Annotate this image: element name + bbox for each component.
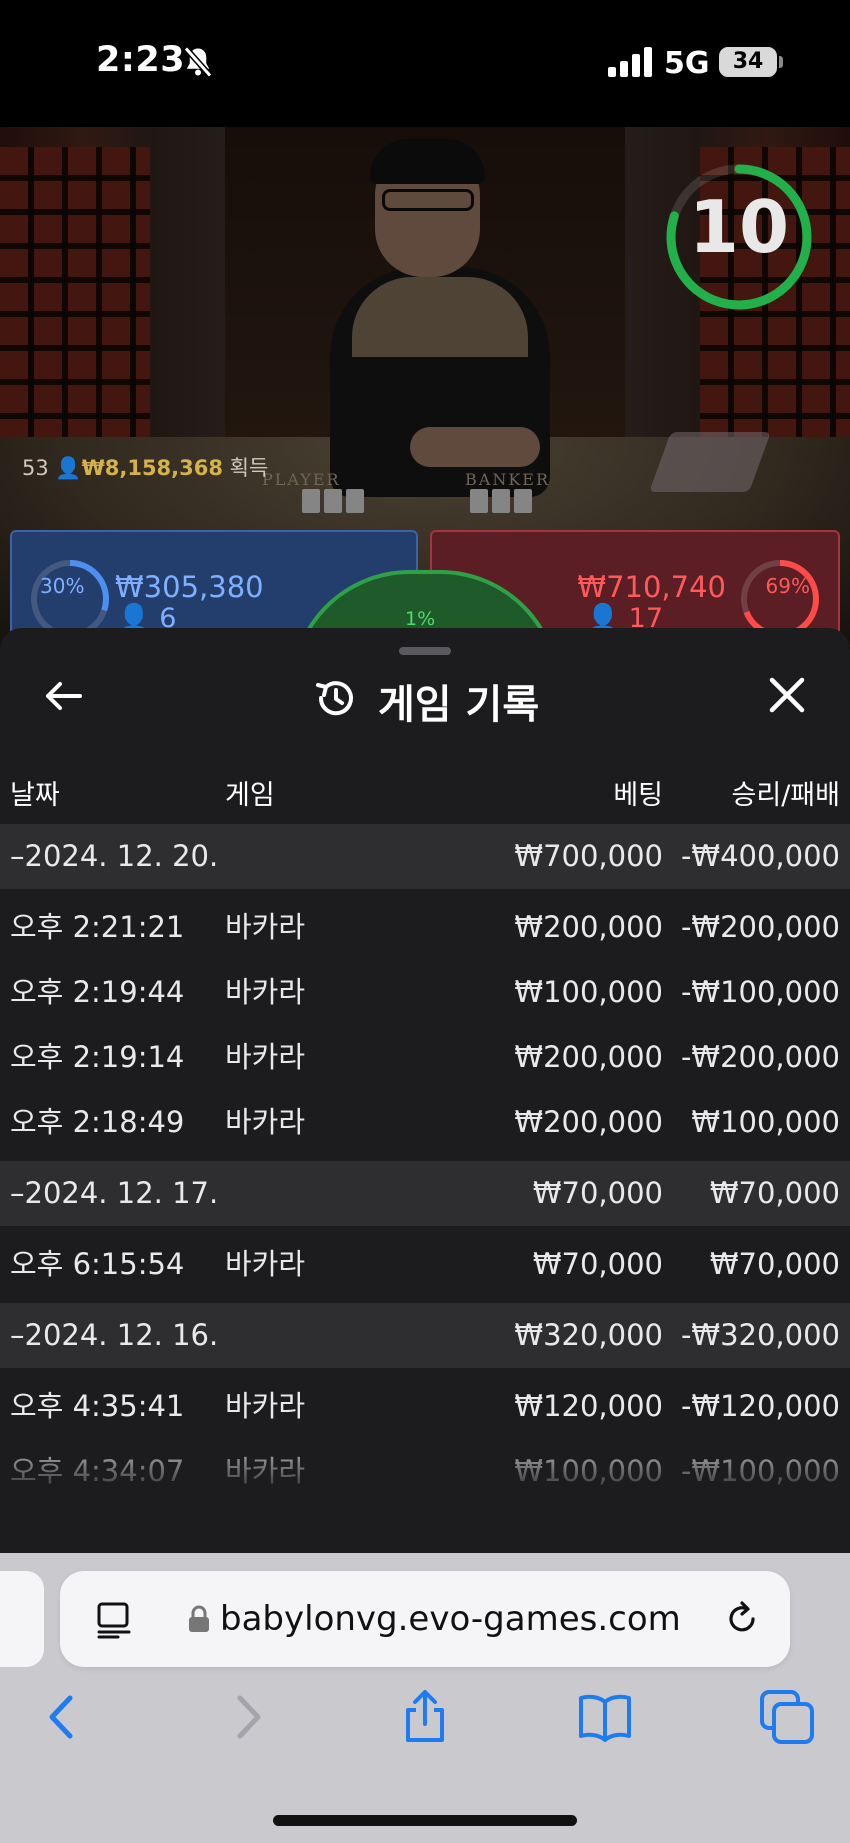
column-header-game[interactable]: 게임 (225, 773, 275, 812)
group-date: –2024. 12. 16. (10, 1318, 219, 1352)
row-game: 바카라 (225, 1040, 306, 1074)
address-bar[interactable]: babylonvg.evo-games.com (60, 1571, 790, 1667)
battery-nub (779, 56, 783, 68)
history-row[interactable]: 오후 6:15:54 바카라 ₩70,000 ₩70,000 (0, 1232, 850, 1297)
row-game: 바카라 (225, 910, 306, 944)
history-row[interactable]: 오후 2:19:14 바카라 ₩200,000 -₩200,000 (0, 1025, 850, 1090)
game-history-sheet: 게임 기록 날짜 게임 베팅 승리/패배 –2024. 12. 20. ₩700,… (0, 628, 850, 1553)
status-bar: 2:23 5G 34 (0, 0, 850, 127)
group-bet-total: ₩320,000 (514, 1318, 663, 1352)
column-header-date[interactable]: 날짜 (10, 773, 60, 812)
row-result: ₩70,000 (709, 1247, 840, 1281)
winnings-label: 획득 (229, 456, 269, 480)
cell-signal-icon (608, 47, 652, 77)
countdown-timer: 10 (688, 185, 790, 269)
user-icon: 👤 (55, 456, 82, 480)
player-bet-amount: ₩305,380 (115, 570, 264, 604)
group-date: –2024. 12. 17. (10, 1176, 219, 1210)
tie-pct: 1% (405, 608, 436, 630)
group-result-total: -₩400,000 (680, 839, 840, 873)
browser-chrome: babylonvg.evo-games.com (0, 1553, 850, 1843)
history-icon (316, 681, 353, 716)
share-icon[interactable] (396, 1688, 454, 1746)
winnings-amount: ₩8,158,368 (81, 456, 223, 480)
date-group-row[interactable]: –2024. 12. 17. ₩70,000 ₩70,000 (0, 1161, 850, 1226)
close-icon[interactable] (766, 674, 808, 716)
lock-icon (189, 1605, 209, 1632)
tabs-icon[interactable] (758, 1688, 816, 1746)
history-row[interactable]: 오후 2:21:21 바카라 ₩200,000 -₩200,000 (0, 895, 850, 960)
back-nav-icon[interactable] (34, 1688, 92, 1746)
url-text[interactable]: babylonvg.evo-games.com (220, 1599, 681, 1639)
home-indicator[interactable] (273, 1815, 577, 1826)
row-time: 오후 2:21:21 (10, 910, 185, 944)
back-arrow-icon[interactable] (40, 673, 86, 719)
row-result: -₩200,000 (680, 910, 840, 944)
row-time: 오후 6:15:54 (10, 1247, 185, 1281)
banker-pct: 69% (765, 574, 810, 598)
row-time: 오후 2:19:14 (10, 1040, 185, 1074)
silent-bell-icon (183, 46, 213, 78)
group-bet-total: ₩70,000 (532, 1176, 663, 1210)
row-result: ₩100,000 (691, 1105, 840, 1139)
round-number: 53 (22, 456, 49, 480)
row-result: -₩100,000 (680, 975, 840, 1009)
history-row[interactable]: 오후 2:19:44 바카라 ₩100,000 -₩100,000 (0, 960, 850, 1025)
forward-nav-icon[interactable] (218, 1688, 276, 1746)
player-pct: 30% (40, 574, 85, 598)
group-bet-total: ₩700,000 (514, 839, 663, 873)
row-game: 바카라 (225, 1247, 306, 1281)
row-game: 바카라 (225, 1105, 306, 1139)
column-header-bet[interactable]: 베팅 (613, 773, 663, 812)
row-bet: ₩100,000 (514, 975, 663, 1009)
row-time: 오후 2:18:49 (10, 1105, 185, 1139)
sheet-title: 게임 기록 (378, 682, 540, 728)
date-group-row[interactable]: –2024. 12. 20. ₩700,000 -₩400,000 (0, 824, 850, 889)
status-time: 2:23 (96, 40, 186, 80)
bookmarks-icon[interactable] (576, 1688, 634, 1746)
reload-icon[interactable] (722, 1599, 762, 1639)
battery-icon: 34 (719, 47, 777, 77)
sheet-grabber[interactable] (399, 647, 451, 655)
row-bet: ₩200,000 (514, 1040, 663, 1074)
group-result-total: -₩320,000 (680, 1318, 840, 1352)
row-time: 오후 2:19:44 (10, 975, 185, 1009)
tab-overview-icon[interactable] (96, 1601, 132, 1639)
network-type: 5G (664, 46, 710, 81)
group-date: –2024. 12. 20. (10, 839, 219, 873)
row-result: -₩200,000 (680, 1040, 840, 1074)
round-stats: 53 👤₩8,158,368 획득 (22, 452, 268, 482)
list-fade-overlay (0, 1428, 850, 1553)
previous-tab-preview[interactable] (0, 1571, 44, 1667)
history-row[interactable]: 오후 2:18:49 바카라 ₩200,000 ₩100,000 (0, 1090, 850, 1155)
column-header-win-loss[interactable]: 승리/패배 (732, 773, 840, 812)
date-group-row[interactable]: –2024. 12. 16. ₩320,000 -₩320,000 (0, 1303, 850, 1368)
row-bet: ₩70,000 (532, 1247, 663, 1281)
row-game: 바카라 (225, 975, 306, 1009)
row-bet: ₩200,000 (514, 1105, 663, 1139)
group-result-total: ₩70,000 (709, 1176, 840, 1210)
row-bet: ₩200,000 (514, 910, 663, 944)
banker-bet-amount: ₩710,740 (577, 570, 726, 604)
